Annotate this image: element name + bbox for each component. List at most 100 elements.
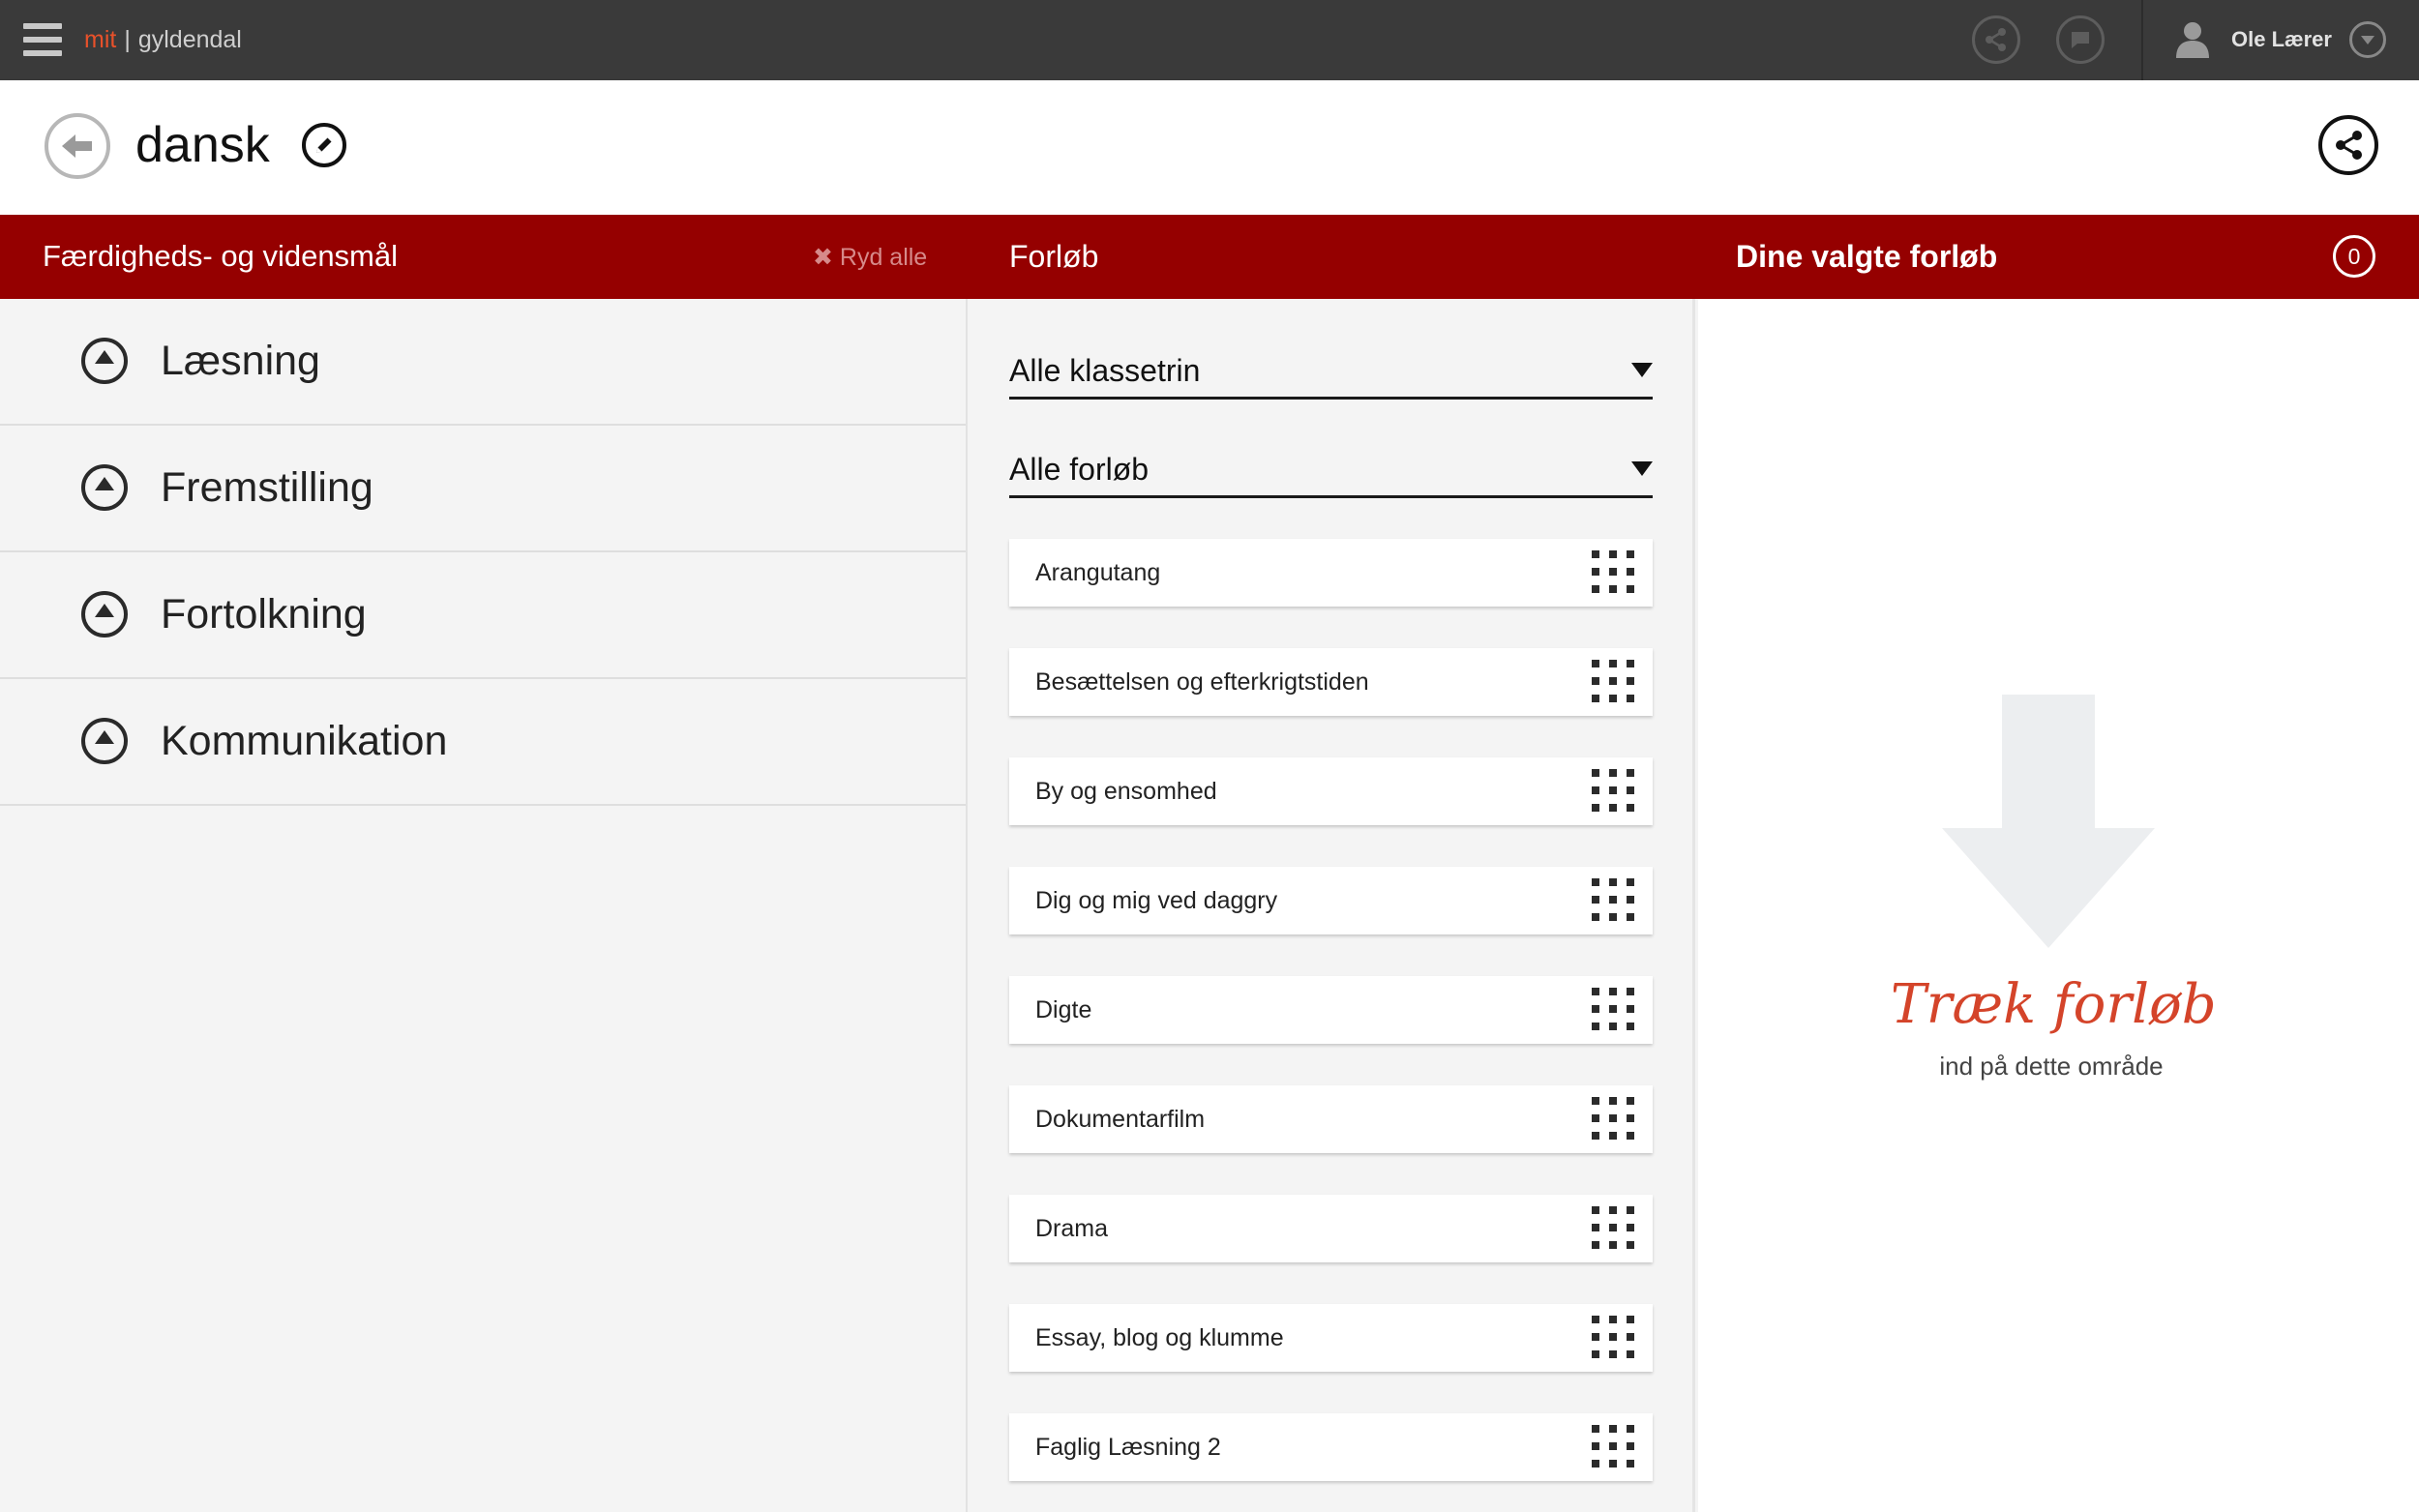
drag-handle-dot	[1609, 1333, 1617, 1341]
title-bar: dansk	[0, 80, 2419, 215]
course-title: Drama	[1035, 1215, 1109, 1242]
drag-handle-dot	[1592, 1005, 1599, 1013]
hamburger-icon[interactable]	[23, 23, 62, 56]
share-button[interactable]	[2318, 115, 2378, 175]
share-icon	[2336, 131, 2362, 160]
drag-handle-icon[interactable]	[1592, 1316, 1636, 1360]
course-type-filter-select[interactable]: Alle forløb	[1009, 438, 1653, 498]
edit-title-button[interactable]	[302, 123, 346, 167]
expand-up-icon	[81, 718, 128, 764]
drag-handle-dot	[1609, 1425, 1617, 1433]
drag-handle-dot	[1627, 804, 1634, 812]
drag-handle-dot	[1627, 568, 1634, 576]
back-button[interactable]	[45, 113, 110, 179]
course-card[interactable]: Arangutang	[1009, 539, 1653, 607]
drag-handle-dot	[1592, 988, 1599, 995]
course-card[interactable]: By og ensomhed	[1009, 757, 1653, 825]
drag-handle-dot	[1627, 1316, 1634, 1323]
drag-handle-dot	[1592, 804, 1599, 812]
brand-gyldendal: gyldendal	[137, 26, 242, 53]
goal-item-fortolkning[interactable]: Fortolkning	[0, 552, 966, 679]
drag-handle-dot	[1609, 1005, 1617, 1013]
drag-handle-dot	[1592, 878, 1599, 886]
course-title: By og ensomhed	[1035, 778, 1217, 805]
drag-handle-icon[interactable]	[1592, 878, 1636, 923]
chevron-down-icon[interactable]	[2349, 21, 2386, 58]
brand-separator: |	[124, 26, 131, 53]
goal-item-laesning[interactable]: Læsning	[0, 299, 966, 426]
courses-heading: Forløb	[1009, 239, 1099, 274]
course-title: Dig og mig ved daggry	[1035, 887, 1278, 914]
course-card[interactable]: Dokumentarfilm	[1009, 1085, 1653, 1153]
expand-up-icon	[81, 591, 128, 637]
drag-handle-dot	[1627, 695, 1634, 702]
drag-handle-dot	[1609, 913, 1617, 921]
drag-handle-dot	[1627, 1425, 1634, 1433]
goals-heading: Færdigheds- og vidensmål	[43, 239, 399, 273]
selected-courses-heading: Dine valgte forløb	[1736, 239, 1998, 274]
drag-handle-dot	[1627, 1206, 1634, 1214]
course-card[interactable]: Besættelsen og efterkrigtstiden	[1009, 648, 1653, 716]
course-title: Faglig Læsning 2	[1035, 1434, 1221, 1461]
drag-handle-dot	[1592, 1442, 1599, 1450]
drag-handle-icon[interactable]	[1592, 988, 1636, 1032]
clear-all-button[interactable]: ✖ Ryd alle	[813, 240, 927, 275]
drag-handle-dot	[1609, 1114, 1617, 1122]
drag-handle-dot	[1609, 769, 1617, 777]
course-title: Besættelsen og efterkrigtstiden	[1035, 668, 1369, 696]
share-icon[interactable]	[1972, 15, 2020, 64]
goal-label: Læsning	[161, 338, 320, 384]
drag-handle-dot	[1592, 1241, 1599, 1249]
course-card[interactable]: Digte	[1009, 976, 1653, 1044]
drag-handle-icon[interactable]	[1592, 1425, 1636, 1469]
drag-handle-icon[interactable]	[1592, 660, 1636, 704]
drag-handle-dot	[1609, 660, 1617, 667]
drag-handle-dot	[1627, 1114, 1634, 1122]
drag-handle-dot	[1592, 786, 1599, 794]
drag-handle-dot	[1627, 550, 1634, 558]
goal-item-fremstilling[interactable]: Fremstilling	[0, 426, 966, 552]
drag-handle-icon[interactable]	[1592, 769, 1636, 814]
drag-handle-dot	[1627, 988, 1634, 995]
brand-logo[interactable]: mit | gyldendal	[84, 23, 242, 56]
course-card[interactable]: Drama	[1009, 1195, 1653, 1262]
drag-handle-dot	[1609, 1442, 1617, 1450]
drag-handle-dot	[1609, 804, 1617, 812]
drag-handle-dot	[1627, 1132, 1634, 1140]
selected-courses-dropzone[interactable]: Træk forløb ind på dette område	[1698, 299, 2419, 1512]
drag-handle-dot	[1609, 1023, 1617, 1030]
chat-icon[interactable]	[2056, 15, 2105, 64]
drag-handle-dot	[1627, 677, 1634, 685]
drag-handle-dot	[1609, 1097, 1617, 1105]
drag-handle-icon[interactable]	[1592, 1097, 1636, 1141]
drag-handle-dot	[1609, 988, 1617, 995]
drag-handle-icon[interactable]	[1592, 550, 1636, 595]
drag-handle-dot	[1609, 878, 1617, 886]
drag-handle-dot	[1627, 913, 1634, 921]
goals-panel: Læsning Fremstilling Fortolkning Kommuni…	[0, 299, 968, 1512]
grade-filter-select[interactable]: Alle klassetrin	[1009, 340, 1653, 400]
section-header-bar: Færdigheds- og vidensmål ✖ Ryd alle Forl…	[0, 215, 2419, 299]
course-card[interactable]: Faglig Læsning 2	[1009, 1413, 1653, 1481]
course-type-filter-value: Alle forløb	[1009, 452, 1150, 487]
drag-handle-dot	[1592, 1206, 1599, 1214]
course-card[interactable]: Dig og mig ved daggry	[1009, 867, 1653, 934]
course-title: Essay, blog og klumme	[1035, 1324, 1284, 1351]
back-arrow-icon	[62, 134, 92, 158]
drag-handle-dot	[1627, 1097, 1634, 1105]
drag-handle-dot	[1627, 1023, 1634, 1030]
drag-handle-icon[interactable]	[1592, 1206, 1636, 1251]
drag-handle-dot	[1592, 896, 1599, 904]
drag-handle-dot	[1609, 568, 1617, 576]
drag-handle-dot	[1627, 896, 1634, 904]
drag-handle-dot	[1609, 1316, 1617, 1323]
user-name[interactable]: Ole Lærer	[2231, 25, 2332, 54]
drag-handle-dot	[1592, 1350, 1599, 1358]
goal-item-kommunikation[interactable]: Kommunikation	[0, 679, 966, 806]
expand-up-icon	[81, 464, 128, 511]
course-card[interactable]: Essay, blog og klumme	[1009, 1304, 1653, 1372]
drag-handle-dot	[1627, 1442, 1634, 1450]
drag-handle-dot	[1592, 568, 1599, 576]
course-list: Arangutang Besættelsen og efterkrigtstid…	[1009, 539, 1653, 1512]
drag-handle-dot	[1592, 550, 1599, 558]
